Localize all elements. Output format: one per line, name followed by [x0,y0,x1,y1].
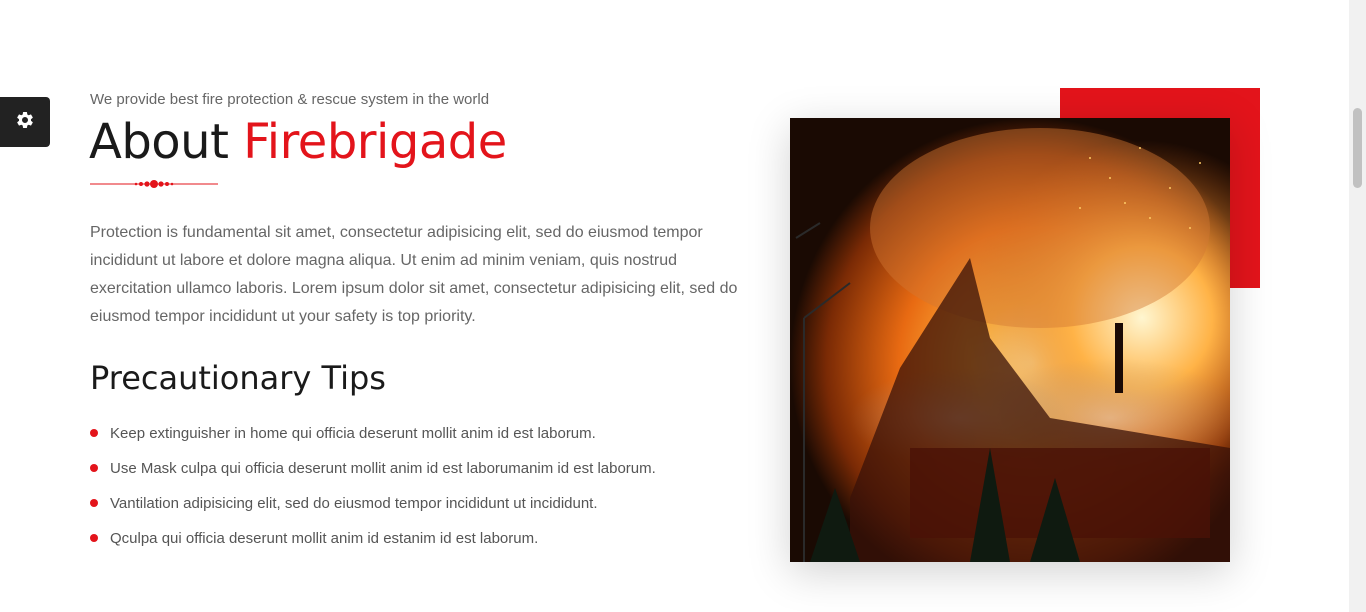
bullet-icon [90,534,98,542]
tip-text: Use Mask culpa qui officia deserunt moll… [110,460,656,477]
about-section: We provide best fire protection & rescue… [0,0,1366,612]
section-title: About Firebrigade [89,114,507,170]
tip-text: Qculpa qui officia deserunt mollit anim … [110,530,539,547]
tip-text: Vantilation adipisicing elit, sed do eiu… [110,495,598,512]
scrollbar-thumb[interactable] [1353,108,1362,188]
gear-icon [15,110,35,135]
list-item: Keep extinguisher in home qui officia de… [90,420,750,455]
settings-button[interactable] [0,97,50,147]
title-main: About [89,114,244,170]
bullet-icon [90,464,98,472]
title-divider [90,180,218,188]
tip-text: Keep extinguisher in home qui officia de… [110,425,596,442]
list-item: Qculpa qui officia deserunt mollit anim … [90,525,750,560]
tips-list: Keep extinguisher in home qui officia de… [90,420,750,560]
list-item: Vantilation adipisicing elit, sed do eiu… [90,490,750,525]
section-subtitle: We provide best fire protection & rescue… [90,91,490,108]
tips-heading: Precautionary Tips [90,359,386,397]
burning-building-image [790,118,1230,562]
about-paragraph: Protection is fundamental sit amet, cons… [90,224,738,325]
bullet-icon [90,499,98,507]
scrollbar[interactable] [1349,0,1366,612]
list-item: Use Mask culpa qui officia deserunt moll… [90,455,750,490]
title-accent: Firebrigade [243,114,507,170]
bullet-icon [90,429,98,437]
